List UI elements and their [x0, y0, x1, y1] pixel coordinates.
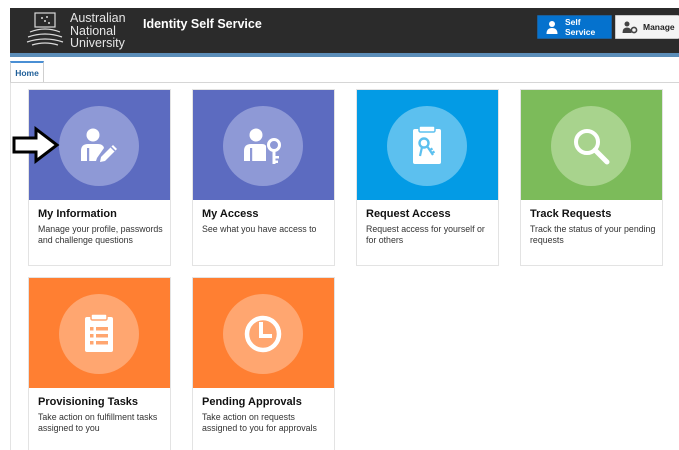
tile-band	[521, 90, 662, 200]
tab-home[interactable]: Home	[10, 61, 44, 83]
tile-description: Take action on fulfillment tasks assigne…	[38, 412, 158, 433]
clipboard-key-icon	[413, 125, 441, 164]
logo-text: Australian National University	[70, 12, 126, 50]
self-service-label: Self Service	[565, 17, 596, 37]
tile-icon-circle	[223, 106, 303, 186]
app-title: Identity Self Service	[143, 17, 262, 31]
tile-icon-circle	[387, 106, 467, 186]
tile-title: Pending Approvals	[202, 396, 302, 408]
tile-description: Track the status of your pending request…	[530, 224, 656, 245]
tile-icon-circle	[59, 294, 139, 374]
task-list-icon	[85, 313, 113, 352]
tile-pending-approvals[interactable]: Pending Approvals Take action on request…	[192, 277, 335, 450]
tile-title: My Information	[38, 208, 117, 220]
self-service-button[interactable]: Self Service	[537, 15, 612, 39]
tile-description: Take action on requests assigned to you …	[202, 412, 317, 433]
tile-my-access[interactable]: My Access See what you have access to	[192, 89, 335, 266]
tile-icon-circle	[551, 106, 631, 186]
user-key-icon	[244, 128, 281, 164]
tile-title: My Access	[202, 208, 259, 220]
tile-band	[357, 90, 498, 200]
logo-line: Australian	[70, 11, 126, 25]
tile-track-requests[interactable]: Track Requests Track the status of your …	[520, 89, 663, 266]
tile-provisioning-tasks[interactable]: Provisioning Tasks Take action on fulfil…	[28, 277, 171, 450]
tile-description: Manage your profile, passwords and chall…	[38, 224, 163, 245]
user-icon	[546, 21, 558, 34]
tile-my-information[interactable]: My Information Manage your profile, pass…	[28, 89, 171, 266]
tile-description: See what you have access to	[202, 224, 317, 234]
arrow-right-icon	[12, 126, 60, 164]
magnifier-icon	[574, 129, 610, 165]
users-gear-icon	[622, 21, 638, 34]
tile-band	[193, 90, 334, 200]
tile-band	[193, 278, 334, 388]
crest-icon	[26, 12, 64, 46]
tile-band	[29, 278, 170, 388]
tile-request-access[interactable]: Request Access Request access for yourse…	[356, 89, 499, 266]
tab-bar-divider	[10, 82, 679, 83]
logo-line: University	[70, 36, 125, 50]
tile-description: Request access for yourself or for other…	[366, 224, 485, 245]
manage-label: Manage	[643, 22, 675, 32]
tile-icon-circle	[59, 106, 139, 186]
tab-home-label: Home	[15, 68, 39, 78]
user-edit-icon	[81, 128, 117, 162]
content-border	[10, 83, 11, 450]
clock-icon	[244, 315, 282, 353]
header-divider	[10, 53, 679, 57]
manage-button[interactable]: Manage	[615, 15, 679, 39]
anu-logo[interactable]: Australian National University	[24, 12, 134, 50]
tile-title: Track Requests	[530, 208, 612, 220]
tile-title: Request Access	[366, 208, 451, 220]
tile-icon-circle	[223, 294, 303, 374]
tile-title: Provisioning Tasks	[38, 396, 139, 408]
